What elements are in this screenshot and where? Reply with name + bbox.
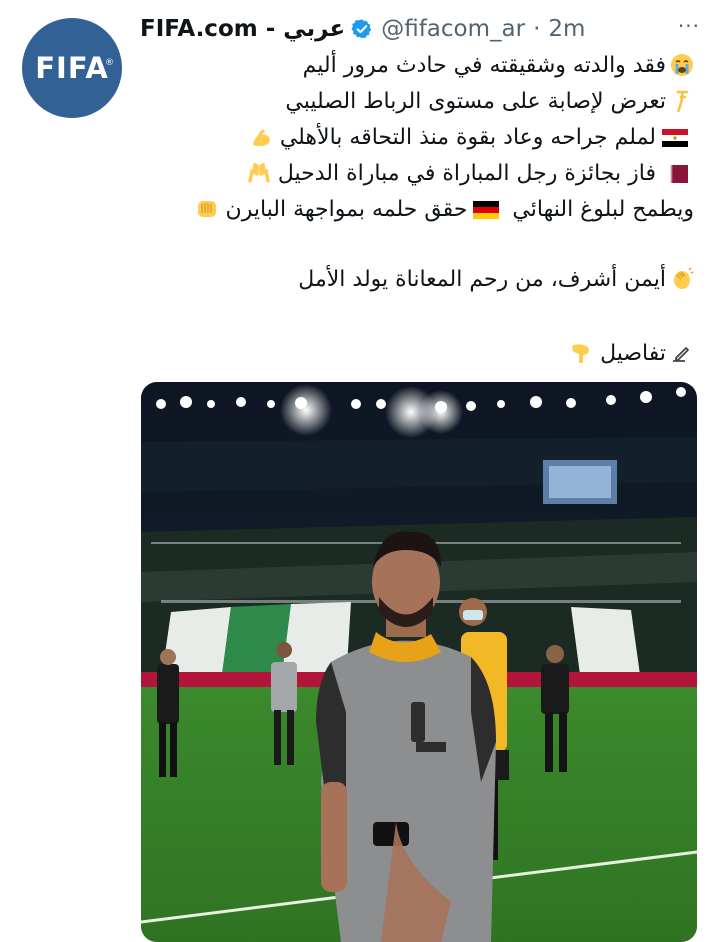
folded-hands-icon [197,201,216,217]
tweet-line-text: أيمن أشرف، من رحم المعاناة يولد الأمل [298,267,666,292]
tweet-line-7: تفاصيل [134,336,694,372]
display-name[interactable]: FIFA.com - عربي [140,16,345,42]
tweet-line-text: فاز بجائزة رجل المباراة في مباراة الدحيل [277,161,656,186]
tweet-header: FIFA.com - عربي @fifacom_ar · 2m ··· [140,12,700,46]
tweet-line-4: فاز بجائزة رجل المباراة في مباراة الدحيل [134,156,694,192]
avatar-registered-mark: ® [105,58,114,68]
flexed-biceps-icon [252,129,270,146]
writing-hand-icon [673,347,689,362]
more-options-icon[interactable]: ··· [678,14,700,38]
user-handle[interactable]: @fifacom_ar [381,16,525,42]
crutch-icon [676,90,689,113]
tweet-line-text: تعرض لإصابة على مستوى الرباط الصليبي [285,89,666,114]
clapping-hands-icon [674,267,694,289]
qatar-flag-icon [662,165,688,183]
tweet-line-text: ويطمح لبلوغ النهائي [512,197,694,222]
tweet-line-text: حقق حلمه بمواجهة البايرن [225,197,468,222]
tweet-line-text: لملم جراحه وعاد بقوة منذ التحاقه بالأهلي [279,125,656,150]
player-photo-image [141,382,697,942]
tweet-text: فقد والدته وشقيقته في حادث مرور أليم تعر… [134,48,694,372]
crying-face-icon [671,54,693,76]
tweet-timestamp[interactable]: 2m [548,16,585,42]
tweet-line-5: ويطمح لبلوغ النهائي حقق حلمه بمواجهة الب… [134,192,694,228]
separator-dot: · [533,16,541,42]
tweet-line-3: لملم جراحه وعاد بقوة منذ التحاقه بالأهلي [134,120,694,156]
tweet-photo[interactable] [141,382,697,942]
tweet-line-text: فقد والدته وشقيقته في حادث مرور أليم [302,53,666,78]
verified-badge-icon [351,18,373,40]
germany-flag-icon [473,201,500,219]
tweet-line-1: فقد والدته وشقيقته في حادث مرور أليم [134,48,694,84]
raising-hands-icon [248,162,270,183]
avatar[interactable]: FIFA ® [22,18,122,118]
tweet-line-text: تفاصيل [600,341,666,366]
avatar-logo-text: FIFA [35,51,109,85]
tweet-line-2: تعرض لإصابة على مستوى الرباط الصليبي [134,84,694,120]
pointing-down-icon [572,344,589,363]
egypt-flag-icon [662,129,688,147]
tweet-line-6: أيمن أشرف، من رحم المعاناة يولد الأمل [134,262,694,298]
